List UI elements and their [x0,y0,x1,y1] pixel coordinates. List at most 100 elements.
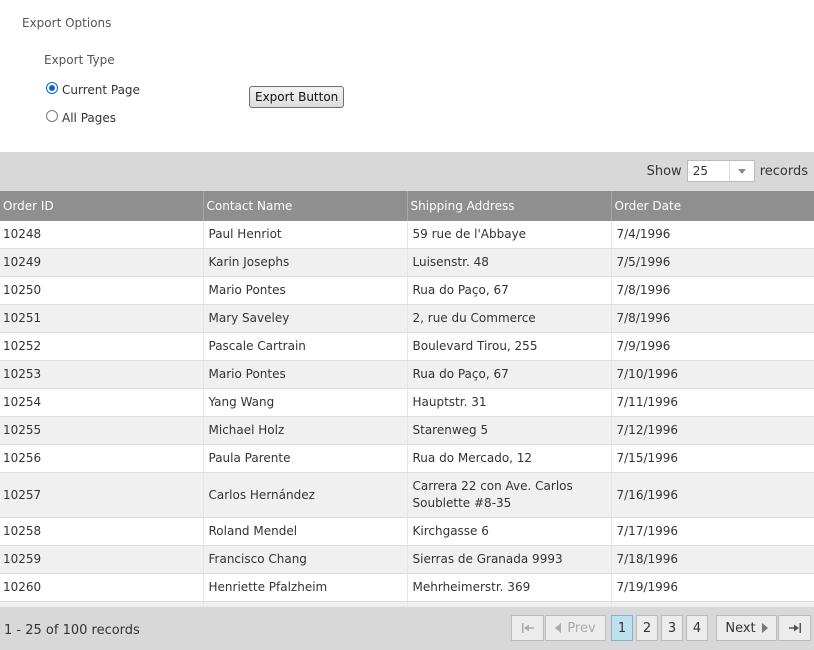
cell-contact-name: Mary Saveley [203,304,408,333]
cell-shipping-address: Luisenstr. 48 [407,248,612,277]
table-row[interactable]: 10251 Mary Saveley 2, rue du Commerce 7/8/1… [0,304,814,333]
radio-all-pages[interactable]: All Pages [46,110,116,125]
cell-contact-name: Michael Holz [203,416,408,445]
table-row[interactable]: 10256 Paula Parente Rua do Mercado, 12 7/15… [0,444,814,473]
grid-header-row: Order ID Contact Name Shipping Address O… [0,191,814,221]
last-page-button[interactable] [778,615,811,641]
radio-current-page-input[interactable] [46,82,58,94]
cell-contact-name: Pascale Cartrain [203,332,408,361]
pager: 1 - 25 of 100 records Prev 1 2 3 4 Next [0,607,814,650]
prev-label: Prev [567,620,596,636]
cell-shipping-address: Rua do Paço, 67 [407,360,612,389]
column-header-order-date[interactable]: Order Date [611,191,814,221]
radio-current-page-label: Current Page [62,83,140,97]
radio-all-pages-label: All Pages [62,111,116,125]
cell-shipping-address: Carrera 22 con Ave. Carlos Soublette #8-… [407,472,612,518]
table-row[interactable]: 10248 Paul Henriot 59 rue de l'Abbaye 7/4/1… [0,221,814,249]
table-row[interactable]: 10252 Pascale Cartrain Boulevard Tirou, 25… [0,332,814,361]
page-number: 1 [617,620,627,636]
column-header-shipping-address[interactable]: Shipping Address [407,191,612,221]
grid-toolbar: Show 25 records [0,152,814,191]
cell-order-date: 7/9/1996 [611,332,814,361]
cell-contact-name: Mario Pontes [203,360,408,389]
show-label: Show [646,163,682,179]
cell-order-id: 10254 [0,388,204,417]
records-label: records [759,163,808,179]
cell-order-date: 7/19/1996 [611,573,814,602]
last-page-icon [788,623,801,633]
page-size-control: Show 25 records [647,160,808,182]
table-row[interactable]: 10254 Yang Wang Hauptstr. 31 7/11/1996 [0,388,814,417]
chevron-left-icon [555,623,562,633]
first-page-button[interactable] [511,615,544,641]
table-row[interactable]: 10253 Mario Pontes Rua do Paço, 67 7/10/199… [0,360,814,389]
cell-contact-name: Paula Parente [203,444,408,473]
page-number: 4 [692,620,702,636]
cell-order-date: 7/18/1996 [611,545,814,574]
cell-shipping-address: Hauptstr. 31 [407,388,612,417]
first-page-icon [521,623,534,633]
page-size-value: 25 [692,164,708,178]
cell-order-date: 7/17/1996 [611,517,814,546]
cell-order-id: 10248 [0,221,204,249]
cell-order-date: 7/8/1996 [611,276,814,305]
cell-shipping-address: Boulevard Tirou, 255 [407,332,612,361]
cell-order-date: 7/11/1996 [611,388,814,417]
page-button-2[interactable]: 2 [636,615,658,641]
cell-order-date: 7/4/1996 [611,221,814,249]
radio-current-page[interactable]: Current Page [46,82,140,97]
chevron-down-icon[interactable] [728,161,754,181]
cell-order-id: 10255 [0,416,204,445]
cell-shipping-address: Kirchgasse 6 [407,517,612,546]
cell-shipping-address: 59 rue de l'Abbaye [407,221,612,249]
page-number: 3 [667,620,677,636]
next-label: Next [725,620,756,636]
cell-contact-name: Yang Wang [203,388,408,417]
cell-shipping-address: 2, rue du Commerce [407,304,612,333]
table-row[interactable]: 10257 Carlos Hernández Carrera 22 con Ave.… [0,472,814,518]
table-row[interactable]: 10249 Karin Josephs Luisenstr. 48 7/5/1996 [0,248,814,277]
export-button[interactable]: Export Button [249,86,345,108]
page-size-select[interactable]: 25 [686,160,755,182]
export-options-legend: Export Options [22,16,112,30]
table-row[interactable]: 10258 Roland Mendel Kirchgasse 6 7/17/1996 [0,517,814,546]
cell-order-date: 7/5/1996 [611,248,814,277]
cell-order-id: 10251 [0,304,204,333]
cell-order-id: 10250 [0,276,204,305]
page-button-4[interactable]: 4 [686,615,708,641]
cell-order-date: 7/10/1996 [611,360,814,389]
next-page-button[interactable]: Next [716,615,777,641]
pager-summary: 1 - 25 of 100 records [4,623,140,638]
cell-shipping-address: Rua do Paço, 67 [407,276,612,305]
cell-shipping-address: Mehrheimerstr. 369 [407,573,612,602]
cell-contact-name: Henriette Pfalzheim [203,573,408,602]
page-button-1[interactable]: 1 [611,615,633,641]
table-row[interactable]: 10260 Henriette Pfalzheim Mehrheimerstr. 3… [0,573,814,602]
column-header-contact-name[interactable]: Contact Name [203,191,408,221]
cell-order-id: 10249 [0,248,204,277]
table-row[interactable]: 10255 Michael Holz Starenweg 5 7/12/1996 [0,416,814,445]
cell-order-id: 10253 [0,360,204,389]
cell-order-date: 7/16/1996 [611,472,814,518]
radio-all-pages-input[interactable] [46,110,58,122]
cell-order-id: 10258 [0,517,204,546]
cell-order-id: 10257 [0,472,204,518]
chevron-right-icon [761,623,768,633]
cell-contact-name: Karin Josephs [203,248,408,277]
table-row[interactable]: 10259 Francisco Chang Sierras de Granada 9… [0,545,814,574]
cell-contact-name: Francisco Chang [203,545,408,574]
column-header-order-id[interactable]: Order ID [0,191,204,221]
cell-order-id: 10256 [0,444,204,473]
cell-order-date: 7/8/1996 [611,304,814,333]
page-button-3[interactable]: 3 [661,615,683,641]
cell-shipping-address: Starenweg 5 [407,416,612,445]
orders-grid: Order ID Contact Name Shipping Address O… [0,191,814,630]
cell-shipping-address: Sierras de Granada 9993 [407,545,612,574]
grid-body: 10248 Paul Henriot 59 rue de l'Abbaye 7/4/1… [0,221,814,630]
export-type-label: Export Type [44,53,115,67]
cell-contact-name: Carlos Hernández [203,472,408,518]
table-row[interactable]: 10250 Mario Pontes Rua do Paço, 67 7/8/1996 [0,276,814,305]
cell-shipping-address: Rua do Mercado, 12 [407,444,612,473]
prev-page-button[interactable]: Prev [545,615,606,641]
cell-order-id: 10259 [0,545,204,574]
